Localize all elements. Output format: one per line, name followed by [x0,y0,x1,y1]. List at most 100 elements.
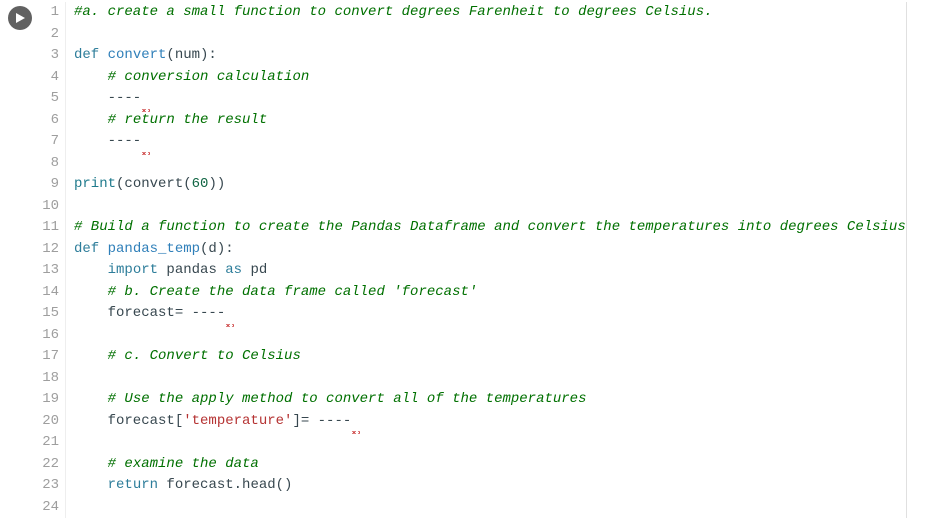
code-token: #a. create a small function to convert d… [74,4,713,20]
code-line[interactable]: print(convert(60)) [74,174,906,196]
code-token: )) [208,176,225,192]
code-line[interactable] [74,196,906,218]
line-number: 3 [40,45,59,67]
code-token: pandas [158,262,225,278]
line-number: 16 [40,325,59,347]
error-squiggle [351,411,359,433]
error-squiggle [141,131,149,153]
play-icon [14,12,26,24]
code-token [74,112,108,128]
code-line[interactable]: forecast['temperature']= ---- [74,411,906,433]
code-line[interactable]: ---- [74,131,906,153]
code-area[interactable]: #a. create a small function to convert d… [66,2,906,518]
code-token [74,284,108,300]
line-number: 6 [40,110,59,132]
code-token: # Use the apply method to convert all of… [108,391,587,407]
line-number: 2 [40,24,59,46]
code-token: convert [108,47,167,63]
code-line[interactable]: #a. create a small function to convert d… [74,2,906,24]
code-token: import [108,262,158,278]
run-cell-button[interactable] [8,6,32,30]
code-line[interactable] [74,497,906,518]
line-number: 23 [40,475,59,497]
code-token: def [74,241,108,257]
code-token: (num): [166,47,216,63]
line-number: 24 [40,497,59,518]
code-line[interactable]: # Build a function to create the Pandas … [74,217,906,239]
code-token: # conversion calculation [108,69,310,85]
line-number: 9 [40,174,59,196]
code-line[interactable] [74,368,906,390]
code-token: # c. Convert to Celsius [108,348,301,364]
code-token: return [108,477,158,493]
line-number-gutter: 123456789101112131415161718192021222324 [40,2,66,518]
line-number: 8 [40,153,59,175]
code-line[interactable]: # return the result [74,110,906,132]
code-token: # return the result [108,112,268,128]
code-line[interactable]: # examine the data [74,454,906,476]
code-line[interactable]: # c. Convert to Celsius [74,346,906,368]
code-line[interactable] [74,24,906,46]
code-token [74,391,108,407]
code-token: forecast= ---- [74,305,225,321]
code-token: ]= ---- [292,413,351,429]
code-token: 60 [192,176,209,192]
code-cell: 123456789101112131415161718192021222324 … [0,0,951,518]
line-number: 1 [40,2,59,24]
line-number: 10 [40,196,59,218]
line-number: 14 [40,282,59,304]
code-line[interactable] [74,153,906,175]
code-token: forecast.head() [158,477,292,493]
line-number: 15 [40,303,59,325]
line-number: 19 [40,389,59,411]
error-squiggle [141,88,149,110]
line-number: 11 [40,217,59,239]
code-line[interactable]: return forecast.head() [74,475,906,497]
code-token: ---- [74,133,141,149]
code-token: pandas_temp [108,241,200,257]
line-number: 5 [40,88,59,110]
code-line[interactable]: # b. Create the data frame called 'forec… [74,282,906,304]
code-line[interactable]: import pandas as pd [74,260,906,282]
code-token: # examine the data [108,456,259,472]
code-token: (convert( [116,176,192,192]
code-token: # b. Create the data frame called 'forec… [108,284,478,300]
error-squiggle [225,303,233,325]
code-line[interactable]: # conversion calculation [74,67,906,89]
code-token [74,477,108,493]
line-number: 17 [40,346,59,368]
code-token [74,69,108,85]
code-token: print [74,176,116,192]
line-number: 13 [40,260,59,282]
line-number: 21 [40,432,59,454]
code-line[interactable] [74,432,906,454]
code-token: ---- [74,90,141,106]
code-token: (d): [200,241,234,257]
code-line[interactable]: forecast= ---- [74,303,906,325]
code-token [141,133,149,149]
code-editor[interactable]: 123456789101112131415161718192021222324 … [40,2,907,518]
code-token [74,348,108,364]
code-line[interactable]: def convert(num): [74,45,906,67]
code-line[interactable] [74,325,906,347]
code-token [74,262,108,278]
code-token: pd [242,262,267,278]
code-line[interactable]: # Use the apply method to convert all of… [74,389,906,411]
line-number: 18 [40,368,59,390]
line-number: 12 [40,239,59,261]
code-token: # Build a function to create the Pandas … [74,219,906,235]
code-token [351,413,359,429]
code-line[interactable]: ---- [74,88,906,110]
line-number: 22 [40,454,59,476]
code-token: forecast[ [74,413,183,429]
code-token [74,456,108,472]
code-token [225,305,233,321]
line-number: 4 [40,67,59,89]
code-token: as [225,262,242,278]
code-token: 'temperature' [183,413,292,429]
code-token: def [74,47,108,63]
line-number: 20 [40,411,59,433]
code-line[interactable]: def pandas_temp(d): [74,239,906,261]
code-token [141,90,149,106]
line-number: 7 [40,131,59,153]
